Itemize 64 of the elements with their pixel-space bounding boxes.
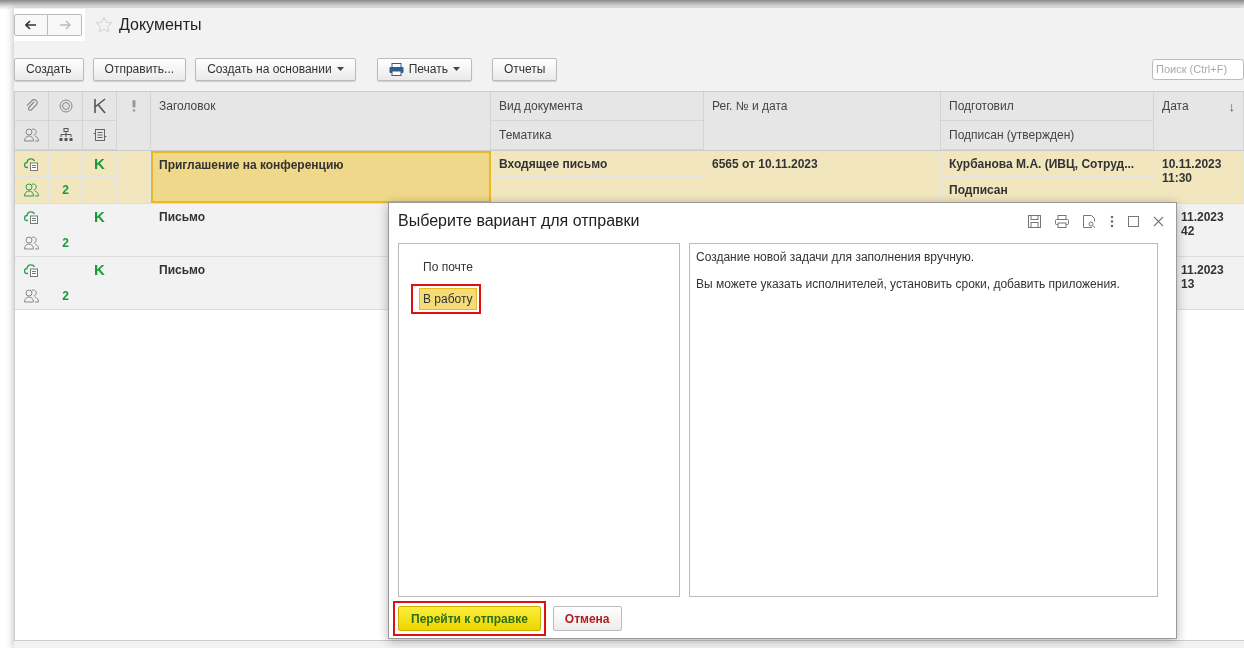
cancel-button[interactable]: Отмена	[552, 606, 622, 631]
table-row[interactable]: K Приглашение на конференцию 2 Входящее письмо 6565 от 10.11.2023 Курбанова М.А. (ИВЦ, Сотруд... Подписан 10.11.2023 11:30	[15, 151, 1244, 204]
importance-icon	[131, 100, 136, 112]
cloud-document-icon	[24, 262, 39, 277]
column-header[interactable]: Подготовил	[941, 92, 1154, 121]
caret-icon	[336, 67, 344, 71]
close-icon[interactable]	[1153, 215, 1164, 227]
column-header[interactable]: Подписан (утвержден)	[941, 121, 1154, 150]
more-icon[interactable]	[1110, 214, 1114, 228]
people-icon	[24, 128, 39, 142]
dialog-title: Выберите вариант для отправки	[398, 212, 640, 230]
table-cell-text: 13	[1181, 277, 1196, 291]
column-header[interactable]: Дата ↓	[1154, 92, 1244, 150]
k-letter-icon	[92, 98, 107, 114]
preview-icon[interactable]	[1083, 214, 1096, 228]
caret-icon	[452, 67, 460, 71]
table-cell: 6565 от 10.11.2023	[712, 157, 818, 171]
save-icon[interactable]	[1028, 214, 1041, 228]
printer-icon[interactable]	[1055, 214, 1069, 228]
window-title: Документы	[119, 16, 202, 34]
table-cell: Приглашение на конференцию	[159, 158, 344, 172]
target-icon	[58, 99, 73, 113]
count-label: 2	[62, 183, 69, 197]
option-item[interactable]: По почте	[419, 256, 477, 278]
column-header[interactable]: Вид документа	[491, 92, 704, 121]
option-item[interactable]: В работу	[419, 288, 477, 310]
back-button[interactable]	[14, 14, 48, 36]
count-label: 2	[62, 289, 69, 303]
k-mark: K	[94, 261, 105, 278]
table-cell-text: 11.2023	[1181, 263, 1225, 277]
cloud-document-icon	[24, 156, 39, 171]
count-label: 2	[62, 236, 69, 250]
table-cell-text: 42	[1181, 224, 1196, 238]
toolbar-button[interactable]: Отправить...	[92, 57, 187, 81]
description-text: Вы можете указать исполнителей, установить сроки, добавить приложения.	[696, 277, 1121, 291]
table-cell: Подписан	[949, 183, 1008, 197]
document-stack-icon	[92, 128, 107, 142]
star-icon[interactable]	[95, 16, 113, 34]
paperclip-icon	[24, 99, 39, 113]
column-header[interactable]: Заголовок	[151, 92, 491, 150]
cloud-document-icon	[24, 209, 39, 224]
table-cell: Курбанова М.А. (ИВЦ, Сотруд...	[949, 157, 1135, 171]
toolbar-button[interactable]: Печать	[376, 57, 472, 81]
search-field[interactable]: Поиск (Ctrl+F)	[1152, 58, 1244, 80]
back-arrow-icon	[25, 20, 37, 30]
table-cell-text: 11:30	[1162, 171, 1194, 185]
k-mark: K	[94, 155, 105, 172]
maximize-icon[interactable]	[1128, 215, 1139, 227]
table-cell-text: 10.11.2023	[1162, 157, 1223, 171]
forward-arrow-icon	[58, 20, 71, 30]
column-header[interactable]: Рег. № и дата	[704, 92, 941, 150]
toolbar-button[interactable]: Отчеты	[491, 57, 558, 81]
send-button[interactable]: Перейти к отправке	[398, 606, 541, 631]
table-cell: Письмо	[159, 210, 206, 224]
k-mark: K	[94, 208, 105, 225]
table-cell: Письмо	[159, 263, 206, 277]
table-cell: Входящее письмо	[499, 157, 608, 171]
toolbar-button[interactable]: Создать	[14, 57, 84, 81]
description-text: Создание новой задачи для заполнения вручную.	[696, 250, 976, 264]
column-header[interactable]: Тематика	[491, 121, 704, 150]
printer-icon	[388, 62, 404, 76]
hierarchy-icon	[58, 128, 73, 142]
toolbar-button[interactable]: Создать на основании	[195, 57, 356, 81]
table-cell-text: 11.2023	[1181, 210, 1225, 224]
